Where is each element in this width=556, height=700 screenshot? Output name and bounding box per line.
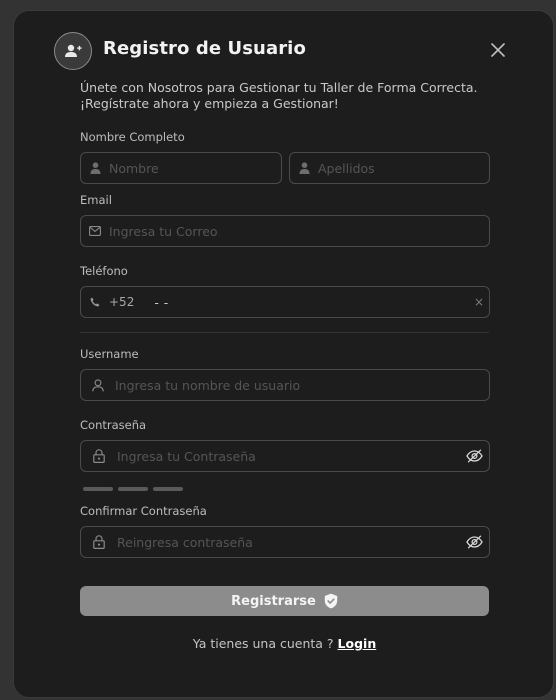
shield-check-icon (324, 593, 338, 609)
lock-icon (81, 535, 117, 549)
strength-segment (83, 487, 113, 491)
login-prompt-text: Ya tienes una cuenta ? (192, 636, 334, 651)
clear-phone-icon[interactable]: × (469, 295, 489, 309)
phone-number-input[interactable]: - - (154, 295, 469, 310)
eye-off-icon[interactable] (459, 449, 489, 463)
phone-icon (83, 297, 107, 307)
password-strength-meter (83, 487, 183, 491)
last-name-input[interactable] (318, 153, 489, 183)
user-icon (290, 162, 318, 174)
phone-label: Teléfono (80, 264, 128, 278)
mail-icon (81, 226, 109, 236)
password-input[interactable] (117, 441, 459, 471)
full-name-label: Nombre Completo (80, 130, 185, 144)
eye-off-icon[interactable] (459, 535, 489, 549)
close-icon[interactable] (491, 43, 505, 57)
strength-segment (153, 487, 183, 491)
password-label: Contraseña (80, 418, 147, 432)
username-field[interactable] (80, 369, 490, 401)
register-button[interactable]: Registrarse (80, 586, 489, 616)
lock-icon (81, 449, 117, 463)
email-input[interactable] (109, 216, 489, 246)
first-name-field[interactable] (80, 152, 282, 184)
username-label: Username (80, 347, 139, 361)
login-prompt: Ya tienes una cuenta ? Login (14, 636, 555, 651)
confirm-password-field[interactable] (80, 526, 490, 558)
register-button-label: Registrarse (231, 593, 316, 609)
strength-segment (118, 487, 148, 491)
intro-text: Únete con Nosotros para Gestionar tu Tal… (80, 80, 478, 111)
add-user-icon (54, 32, 92, 70)
close-button[interactable] (488, 40, 508, 60)
password-field[interactable] (80, 440, 490, 472)
confirm-password-input[interactable] (117, 527, 459, 557)
phone-field[interactable]: +52 - - × (80, 286, 490, 318)
user-icon (81, 162, 109, 174)
user-outline-icon (81, 378, 115, 392)
email-field[interactable] (80, 215, 490, 247)
section-divider (80, 332, 489, 333)
confirm-password-label: Confirmar Contraseña (80, 504, 207, 518)
phone-country-code[interactable]: +52 (109, 295, 134, 309)
modal-title: Registro de Usuario (103, 38, 306, 59)
email-label: Email (80, 193, 112, 207)
registration-modal: Registro de Usuario Únete con Nosotros p… (13, 10, 554, 698)
first-name-input[interactable] (109, 153, 281, 183)
login-link[interactable]: Login (338, 636, 377, 651)
username-input[interactable] (115, 370, 489, 400)
last-name-field[interactable] (289, 152, 490, 184)
